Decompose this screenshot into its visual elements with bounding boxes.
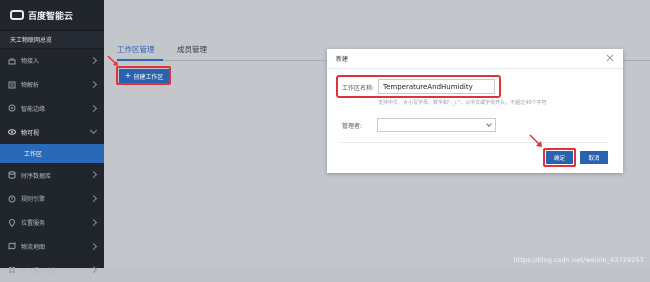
highlight-box (336, 75, 501, 98)
logo-text: 百度智能云 (28, 11, 74, 22)
manager-select[interactable] (377, 118, 496, 132)
parse-icon (8, 81, 16, 89)
chevron-down-icon (89, 56, 98, 65)
chevron-down-icon (89, 104, 98, 112)
chevron-down-icon (486, 121, 492, 127)
watermark: https://blog.csdn.net/weixin_43729257 (513, 256, 644, 264)
sidebar: 百度智能云 天工物联网总览 物接入 物解析 智能边缘 物可视 工作区 时序数据库… (0, 0, 104, 275)
highlight-box (543, 148, 576, 167)
dialog-title: 新建 (336, 56, 349, 63)
platform-icon (8, 266, 16, 274)
dialog-header: 新建 (327, 49, 623, 69)
sidebar-item-location[interactable]: 位置服务 (0, 211, 104, 235)
chevron-down-icon (89, 266, 98, 274)
tab-member-management[interactable]: 成员管理 (177, 44, 207, 55)
map-icon (8, 242, 16, 251)
sidebar-item-label: 物接入 (21, 58, 40, 66)
sidebar-item-label: 物解析 (21, 82, 40, 90)
logo[interactable]: 百度智能云 (0, 0, 104, 31)
close-icon[interactable] (606, 54, 614, 62)
chevron-down-icon (89, 171, 98, 179)
rules-icon (8, 195, 16, 203)
arrow-annotation-icon (529, 134, 542, 147)
database-icon (8, 171, 16, 179)
sidebar-item-logistics-map[interactable]: 物流地图 (0, 235, 104, 259)
sidebar-subitem-workspace[interactable]: 工作区 (0, 144, 104, 164)
sidebar-item-things-parse[interactable]: 物解析 (0, 73, 104, 97)
dialog-divider (341, 142, 607, 143)
chevron-up-icon (89, 127, 98, 135)
chevron-down-icon (89, 242, 98, 250)
sidebar-item-label: 平台通用功能 (21, 267, 58, 275)
sidebar-item-label: 物可视 (21, 129, 40, 137)
sidebar-item-label: 位置服务 (21, 220, 46, 228)
sidebar-item-label: 智能边缘 (21, 105, 46, 113)
sidebar-item-platform[interactable]: 平台通用功能 (0, 258, 104, 282)
active-tab-indicator (117, 59, 163, 61)
location-icon (8, 218, 16, 227)
new-workspace-dialog: 新建 (327, 49, 623, 173)
sidebar-item-label: 物流地图 (21, 243, 46, 251)
chevron-down-icon (89, 194, 98, 203)
sidebar-item-label: 时序数据库 (21, 172, 52, 180)
cancel-button[interactable]: 取消 (580, 151, 608, 164)
name-hint-text: 支持中文、大小写字母、数字和"-_/."，以中文或字母开头，不超过40个字符 (378, 100, 547, 106)
plug-icon (8, 57, 16, 65)
sidebar-item-rules-engine[interactable]: 规则引擎 (0, 187, 104, 211)
chevron-down-icon (89, 80, 98, 88)
sidebar-item-smart-edge[interactable]: 智能边缘 (0, 97, 104, 121)
eye-icon (8, 128, 16, 136)
tab-workspace-management[interactable]: 工作区管理 (117, 44, 155, 55)
edge-icon (8, 104, 16, 112)
workspace-overview-link[interactable]: 天工物联网总览 (0, 31, 104, 49)
sidebar-item-tsdb[interactable]: 时序数据库 (0, 163, 104, 187)
sidebar-item-things-visual[interactable]: 物可视 (0, 120, 104, 144)
arrow-annotation-icon (107, 55, 118, 66)
manager-label: 管理者: (342, 123, 363, 130)
sidebar-item-things-access[interactable]: 物接入 (0, 49, 104, 73)
highlight-box (116, 66, 171, 85)
cloud-logo-icon (10, 10, 24, 20)
chevron-down-icon (89, 218, 98, 226)
sidebar-item-label: 规则引擎 (21, 196, 46, 204)
